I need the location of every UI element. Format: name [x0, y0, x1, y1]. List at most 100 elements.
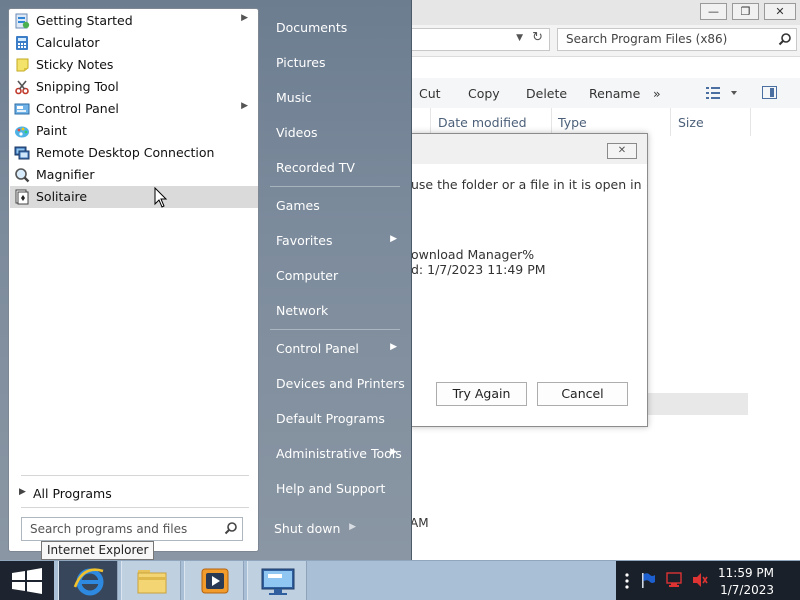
address-bar[interactable]: ▼ ↻ — [410, 28, 550, 51]
taskbar-internet-explorer[interactable] — [58, 561, 118, 600]
show-hidden-icons-icon[interactable] — [624, 572, 630, 593]
cancel-button[interactable]: Cancel — [537, 382, 628, 406]
start-item-videos[interactable]: Videos — [265, 118, 405, 148]
windows-logo-icon — [12, 568, 42, 594]
start-search-input[interactable]: Search programs and files — [21, 517, 243, 541]
start-item-label: Videos — [276, 125, 318, 140]
program-calculator[interactable]: Calculator — [10, 32, 258, 54]
remote-desktop-icon — [14, 145, 30, 161]
start-item-label: Recorded TV — [276, 160, 355, 175]
notification-area: 11:59 PM 1/7/2023 — [616, 561, 800, 600]
start-item-help-and-support[interactable]: Help and Support — [265, 474, 405, 504]
program-label: Snipping Tool — [36, 79, 119, 94]
program-snipping-tool[interactable]: Snipping Tool — [10, 76, 258, 98]
search-icon[interactable] — [778, 32, 792, 49]
taskbar-media-player[interactable] — [184, 561, 244, 600]
start-item-label: Games — [276, 198, 320, 213]
program-getting-started[interactable]: Getting Started ▶ — [10, 10, 258, 32]
minimize-button[interactable]: — — [700, 3, 727, 20]
start-item-music[interactable]: Music — [265, 83, 405, 113]
start-item-devices-and-printers[interactable]: Devices and Printers — [265, 369, 405, 399]
divider — [21, 507, 249, 508]
clock-date[interactable]: 1/7/2023 — [720, 583, 774, 597]
program-label: Calculator — [36, 35, 100, 50]
calculator-icon — [14, 35, 30, 51]
submenu-arrow-icon: ▶ — [390, 342, 397, 352]
more-commands-button[interactable]: » — [653, 86, 661, 101]
start-item-documents[interactable]: Documents — [265, 13, 405, 43]
start-item-label: Pictures — [276, 55, 326, 70]
program-label: Paint — [36, 123, 67, 138]
dialog-close-button[interactable]: ✕ — [607, 143, 637, 159]
copy-button[interactable]: Copy — [468, 86, 500, 101]
start-item-administrative-tools[interactable]: Administrative Tools ▶ — [265, 439, 405, 469]
submenu-arrow-icon: ▶ — [241, 101, 248, 111]
network-icon[interactable] — [666, 572, 684, 591]
tooltip: Internet Explorer — [41, 541, 155, 560]
close-button[interactable]: ✕ — [764, 3, 796, 20]
chevron-right-icon[interactable]: ▶ — [349, 522, 356, 532]
start-item-label: Devices and Printers — [276, 376, 405, 391]
start-item-default-programs[interactable]: Default Programs — [265, 404, 405, 434]
start-item-recorded-tv[interactable]: Recorded TV — [265, 153, 405, 183]
partial-timestamp: AM — [410, 516, 429, 530]
all-programs-button[interactable]: ▶ All Programs — [19, 483, 251, 505]
program-label: Getting Started — [36, 13, 133, 28]
program-label: Control Panel — [36, 101, 119, 116]
volume-icon[interactable] — [691, 572, 709, 591]
program-sticky-notes[interactable]: Sticky Notes — [10, 54, 258, 76]
action-center-flag-icon[interactable] — [640, 572, 656, 591]
internet-explorer-icon — [73, 568, 104, 596]
start-item-pictures[interactable]: Pictures — [265, 48, 405, 78]
preview-pane-icon[interactable] — [762, 86, 777, 99]
column-size[interactable]: Size — [678, 115, 704, 130]
dialog-titlebar: ✕ — [411, 134, 647, 164]
start-item-label: Music — [276, 90, 312, 105]
program-label: Magnifier — [36, 167, 95, 182]
delete-button[interactable]: Delete — [526, 86, 567, 101]
sticky-notes-icon — [14, 57, 30, 73]
refresh-icon[interactable]: ↻ — [532, 30, 543, 45]
program-control-panel[interactable]: Control Panel ▶ — [10, 98, 258, 120]
program-paint[interactable]: Paint — [10, 120, 258, 142]
maximize-button[interactable]: ❐ — [732, 3, 759, 20]
program-solitaire[interactable]: Solitaire — [10, 186, 258, 208]
start-item-label: Network — [276, 303, 329, 318]
taskbar-remote-desktop[interactable] — [247, 561, 307, 600]
search-icon[interactable] — [224, 521, 238, 538]
program-magnifier[interactable]: Magnifier — [10, 164, 258, 186]
column-date-modified[interactable]: Date modified — [438, 115, 527, 130]
try-again-button[interactable]: Try Again — [436, 382, 527, 406]
search-input[interactable]: Search Program Files (x86) — [557, 28, 797, 51]
divider — [21, 475, 249, 476]
start-item-computer[interactable]: Computer — [265, 261, 405, 291]
getting-started-icon — [14, 13, 30, 29]
remote-desktop-icon — [261, 568, 295, 595]
start-item-label: Administrative Tools — [276, 446, 402, 461]
dialog-item-name: ownload Manager% — [411, 247, 535, 262]
divider — [270, 329, 400, 330]
start-item-label: Default Programs — [276, 411, 385, 426]
taskbar-file-explorer[interactable] — [121, 561, 181, 600]
start-search-placeholder: Search programs and files — [30, 522, 188, 536]
start-item-control-panel[interactable]: Control Panel ▶ — [265, 334, 405, 364]
submenu-arrow-icon: ▶ — [390, 447, 397, 457]
divider — [270, 186, 400, 187]
change-view-icon[interactable] — [705, 86, 739, 103]
shutdown-button[interactable]: Shut down ▶ — [265, 515, 362, 541]
chevron-right-icon: ▶ — [19, 487, 26, 497]
start-item-games[interactable]: Games — [265, 191, 405, 221]
start-button[interactable] — [0, 561, 54, 600]
control-panel-icon — [14, 101, 30, 117]
search-placeholder: Search Program Files (x86) — [566, 32, 728, 46]
start-item-label: Computer — [276, 268, 339, 283]
clock-time[interactable]: 11:59 PM — [718, 566, 774, 580]
column-type[interactable]: Type — [558, 115, 587, 130]
start-item-favorites[interactable]: Favorites ▶ — [265, 226, 405, 256]
chevron-down-icon[interactable]: ▼ — [516, 33, 523, 43]
program-remote-desktop-connection[interactable]: Remote Desktop Connection — [10, 142, 258, 164]
start-item-network[interactable]: Network — [265, 296, 405, 326]
magnifier-icon — [14, 167, 30, 183]
rename-button[interactable]: Rename — [589, 86, 640, 101]
cut-button[interactable]: Cut — [419, 86, 441, 101]
